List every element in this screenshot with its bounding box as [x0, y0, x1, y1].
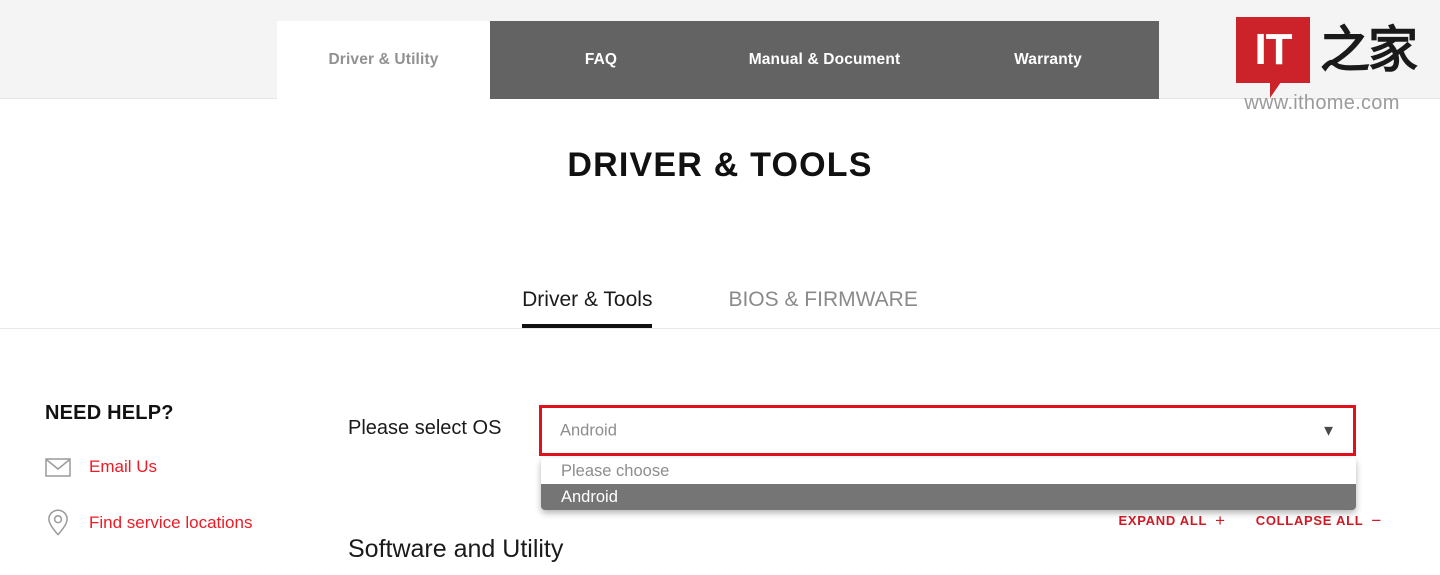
page-title: DRIVER & TOOLS — [0, 146, 1440, 185]
need-help-sidebar: NEED HELP? Email Us Find service locatio… — [45, 402, 335, 536]
site-logo[interactable]: IT 之家 www.ithome.com — [1224, 12, 1420, 115]
minus-icon: − — [1371, 512, 1382, 529]
os-select-label: Please select OS — [348, 417, 501, 440]
os-select-input[interactable]: Android ▼ — [539, 405, 1356, 456]
os-option-android-label: Android — [561, 488, 618, 507]
subtab-driver-tools-label: Driver & Tools — [522, 288, 652, 311]
tab-faq-label: FAQ — [585, 51, 617, 69]
email-us-label: Email Us — [89, 457, 157, 477]
location-pin-icon — [45, 509, 71, 536]
os-option-android[interactable]: Android — [541, 484, 1356, 510]
ithome-logo-icon: IT — [1236, 17, 1310, 83]
tab-driver-utility[interactable]: Driver & Utility — [277, 21, 490, 99]
plus-icon: + — [1215, 512, 1226, 529]
logo-chinese-text: 之家 — [1320, 25, 1416, 75]
software-and-utility-heading: Software and Utility — [348, 535, 563, 564]
chevron-down-icon[interactable]: ▼ — [1321, 423, 1336, 438]
tab-faq[interactable]: FAQ — [490, 21, 712, 99]
expand-collapse-controls: EXPAND ALL + COLLAPSE ALL − — [1119, 512, 1383, 529]
collapse-all-label: COLLAPSE ALL — [1256, 513, 1364, 528]
primary-tab-strip: Driver & Utility FAQ Manual & Document W… — [277, 21, 1159, 99]
tab-manual-document[interactable]: Manual & Document — [712, 21, 937, 99]
os-select-value: Android — [560, 421, 617, 440]
subtab-driver-tools[interactable]: Driver & Tools — [522, 288, 652, 328]
secondary-tab-strip: Driver & Tools BIOS & FIRMWARE — [0, 288, 1440, 328]
find-service-locations-link[interactable]: Find service locations — [45, 509, 335, 536]
os-option-please-choose[interactable]: Please choose — [541, 458, 1356, 484]
os-select-dropdown-list[interactable]: Please choose Android — [541, 458, 1356, 510]
subtab-bios-firmware-label: BIOS & FIRMWARE — [728, 288, 917, 311]
os-option-please-choose-label: Please choose — [561, 462, 669, 481]
tab-manual-document-label: Manual & Document — [749, 51, 901, 69]
logo-graphic: IT 之家 — [1224, 12, 1420, 88]
logo-mark-text: IT — [1254, 28, 1291, 72]
collapse-all-button[interactable]: COLLAPSE ALL − — [1256, 512, 1382, 529]
tab-warranty[interactable]: Warranty — [937, 21, 1159, 99]
tab-driver-utility-label: Driver & Utility — [328, 51, 438, 69]
email-us-link[interactable]: Email Us — [45, 457, 335, 477]
expand-all-label: EXPAND ALL — [1119, 513, 1208, 528]
logo-url-text: www.ithome.com — [1224, 92, 1420, 115]
speech-bubble-tail-icon — [1270, 82, 1292, 98]
tab-warranty-label: Warranty — [1014, 51, 1082, 69]
need-help-heading: NEED HELP? — [45, 402, 335, 425]
expand-all-button[interactable]: EXPAND ALL + — [1119, 512, 1226, 529]
secondary-tab-divider — [0, 328, 1440, 329]
subtab-bios-firmware[interactable]: BIOS & FIRMWARE — [728, 288, 917, 328]
envelope-icon — [45, 458, 71, 477]
find-service-locations-label: Find service locations — [89, 513, 252, 533]
